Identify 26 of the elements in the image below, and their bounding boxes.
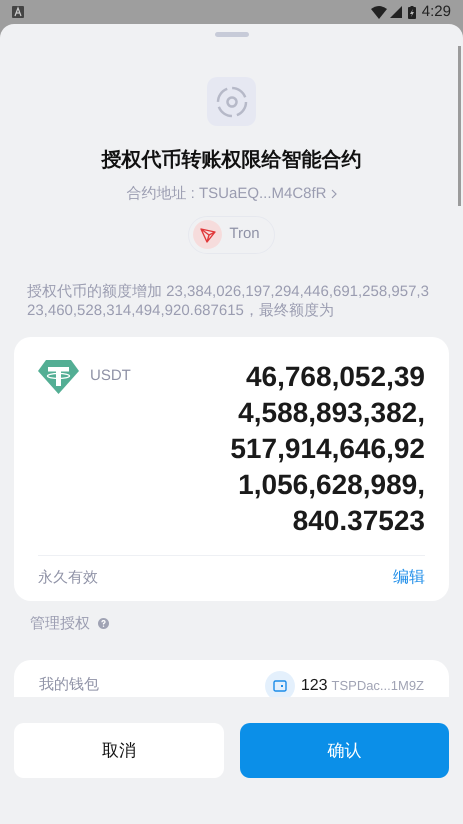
validity-label: 永久有效: [38, 568, 98, 588]
tron-logo-icon: [193, 220, 222, 249]
drag-handle[interactable]: [214, 32, 248, 37]
cancel-button[interactable]: 取消: [14, 723, 224, 778]
edit-link[interactable]: 编辑: [393, 566, 425, 590]
manage-label: 管理授权: [30, 614, 90, 634]
wallet-address: TSPDac...1M9Z: [332, 676, 424, 695]
dialog-title: 授权代币转账权限给智能合约: [100, 148, 362, 173]
contract-address[interactable]: 合约地址 : TSUaEQ...M4C8fR: [126, 183, 327, 206]
wallet-name: 123: [300, 676, 328, 696]
confirm-button[interactable]: 确认: [240, 723, 449, 778]
wifi-icon: [370, 6, 387, 18]
wallet-label: 我的钱包: [39, 675, 99, 696]
status-time: 4:29: [422, 2, 451, 22]
battery-icon: [408, 6, 416, 18]
chevron-right-icon[interactable]: [330, 189, 337, 200]
wallet-icon: [264, 670, 295, 697]
signal-icon: [390, 6, 402, 18]
tether-logo-icon: [38, 358, 79, 394]
allowance-description: 授权代币的额度增加 23,384,026,197,294,446,691,258,957,323,460,528,314,494,920.687615，最终额度为: [27, 282, 430, 320]
allowance-amount: 46,768,052,394,588,893,382,517,914,646,921,056,628,989,840.37523: [229, 360, 425, 538]
network-name: Tron: [229, 224, 260, 244]
token-symbol: USDT: [90, 366, 131, 386]
notification-icon: [12, 6, 24, 18]
help-icon[interactable]: [98, 618, 109, 630]
contract-icon: [207, 77, 256, 126]
